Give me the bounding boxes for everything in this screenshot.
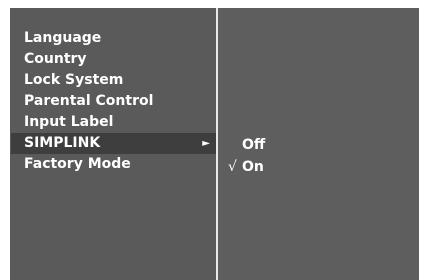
menu-item-country[interactable]: Country xyxy=(10,49,216,70)
menu-item-parental-control[interactable]: Parental Control xyxy=(10,91,216,112)
option-menu-list: Language Country Lock System Parental Co… xyxy=(10,28,216,175)
option-label: On xyxy=(242,159,264,175)
menu-item-label: Country xyxy=(24,51,87,67)
menu-item-language[interactable]: Language xyxy=(10,28,216,49)
osd-menu-window: Language Country Lock System Parental Co… xyxy=(10,8,419,280)
menu-item-lock-system[interactable]: Lock System xyxy=(10,70,216,91)
check-mark-icon: √ xyxy=(228,159,237,175)
simplink-submenu-panel: Off √ On xyxy=(218,8,419,280)
submenu-arrow-icon: ► xyxy=(202,138,210,149)
menu-item-label: Language xyxy=(24,30,102,46)
menu-item-label: Factory Mode xyxy=(24,156,131,172)
menu-item-label: Lock System xyxy=(24,72,124,88)
option-on[interactable]: √ On xyxy=(228,156,265,178)
menu-item-input-label[interactable]: Input Label xyxy=(10,112,216,133)
option-off[interactable]: Off xyxy=(228,134,265,156)
menu-item-label: SIMPLINK xyxy=(24,135,101,151)
simplink-option-list: Off √ On xyxy=(228,134,265,178)
menu-item-label: Parental Control xyxy=(24,93,154,109)
option-menu-panel: Language Country Lock System Parental Co… xyxy=(10,8,216,280)
menu-item-factory-mode[interactable]: Factory Mode xyxy=(10,154,216,175)
option-label: Off xyxy=(242,137,266,153)
menu-item-label: Input Label xyxy=(24,114,114,130)
menu-item-simplink[interactable]: SIMPLINK ► xyxy=(11,133,216,154)
